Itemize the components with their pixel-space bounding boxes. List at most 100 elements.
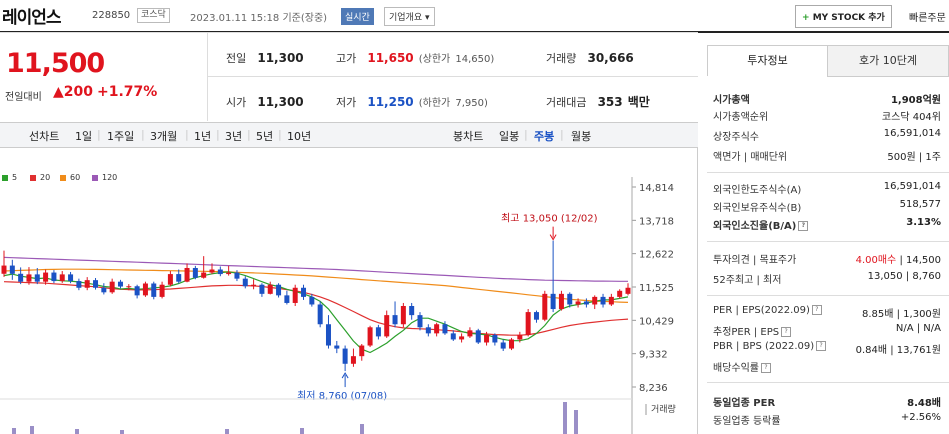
tab-invest-info[interactable]: 투자정보: [707, 45, 828, 76]
quick-order-link[interactable]: 빠른주문: [909, 9, 946, 24]
amount-unit: 백만: [627, 95, 650, 109]
change-value: ▲200: [53, 84, 93, 100]
candle-body: [434, 324, 440, 334]
info-value: 8.48배: [907, 398, 941, 409]
y-tick-label: 12,622: [639, 250, 674, 261]
info-row: PBR | BPS (2022.09)? 0.84배 | 13,761원: [713, 341, 949, 356]
low-label: 저가: [336, 96, 357, 109]
y-tick-label: 10,429: [639, 316, 674, 327]
candle-body: [259, 284, 265, 294]
candle-body: [359, 345, 365, 357]
separator: |: [216, 128, 220, 141]
info-label: 외국인한도주식수(A): [713, 185, 802, 196]
candle-body: [1, 265, 7, 274]
divider: [707, 241, 949, 242]
candle-body: [68, 274, 74, 282]
prev-close-label: 전일: [226, 52, 247, 65]
divider: [207, 76, 698, 77]
candle-body: [176, 274, 182, 282]
info-label: 상장주식수: [713, 132, 759, 143]
datetime: 2023.01.11 15:18: [190, 13, 280, 24]
info-label: 시가총액: [713, 95, 750, 106]
separator: |: [141, 128, 145, 141]
upper-limit-value: 14,650): [455, 54, 495, 65]
ma-line-ma20: [3, 281, 629, 336]
info-row: 외국인보유주식수(B) 518,577: [713, 199, 949, 214]
quote-timestamp: 2023.01.11 15:18 기준(장중): [190, 9, 327, 24]
tab-3m[interactable]: 3개월: [150, 128, 177, 144]
tab-1d[interactable]: 1일: [75, 128, 92, 144]
volume-bar: [12, 428, 16, 434]
candle-body: [84, 280, 90, 288]
volume-bar: [300, 428, 304, 434]
candle-body: [375, 327, 381, 337]
info-label: 동일업종 PER: [713, 398, 776, 409]
info-label: 투자의견 | 목표주가: [713, 255, 797, 266]
help-icon[interactable]: ?: [798, 221, 809, 231]
candle-body: [392, 315, 398, 325]
candle-body: [533, 312, 539, 320]
up-triangle-icon: ▲: [53, 84, 64, 100]
chevron-down-icon: ▾: [422, 13, 430, 23]
add-mystock-button[interactable]: + MY STOCK 추가: [795, 5, 892, 28]
candle-body: [608, 296, 614, 305]
tab-1w[interactable]: 1주일: [107, 128, 134, 144]
separator: |: [524, 128, 528, 141]
candle-body: [509, 339, 515, 349]
y-tick-label: 8,236: [639, 383, 668, 394]
tab-3y[interactable]: 3년: [225, 128, 242, 144]
volume-bar: [75, 429, 79, 434]
candle-body: [517, 334, 523, 340]
company-overview-dropdown[interactable]: 기업개요 ▾: [384, 7, 435, 26]
candle-body: [151, 283, 157, 297]
tab-weekly[interactable]: 주봉: [534, 128, 554, 144]
y-tick-label: 13,718: [639, 216, 674, 227]
candle-body: [492, 334, 498, 343]
info-label: 배당수익률?: [713, 359, 771, 374]
price-chart: 14,814 13,718 12,622 11,525 10,429 9,332 8,236…: [0, 177, 676, 434]
candle-body: [109, 281, 115, 293]
help-icon[interactable]: ?: [761, 363, 771, 373]
tab-orderbook[interactable]: 호가 10단계: [827, 45, 949, 77]
candle-body: [417, 315, 423, 328]
info-label: 추정PER | EPS?: [713, 323, 792, 338]
candle-body: [467, 330, 473, 337]
candle-body: [500, 342, 506, 349]
info-value: 3.13%: [906, 217, 941, 228]
trade-amount: 거래대금 353 백만: [546, 91, 650, 110]
help-icon[interactable]: ?: [811, 305, 822, 315]
tab-1y[interactable]: 1년: [194, 128, 211, 144]
info-row: 배당수익률?: [713, 359, 949, 374]
tab-monthly[interactable]: 월봉: [571, 128, 591, 144]
target-price-value: | 14,500: [899, 255, 941, 266]
candle-body: [234, 272, 240, 279]
candle-body: [367, 327, 373, 346]
candle-body: [350, 356, 356, 364]
candle-body: [43, 272, 49, 282]
candle-body: [117, 281, 123, 287]
divider: [0, 32, 698, 33]
tab-10y[interactable]: 10년: [287, 128, 311, 144]
volume-bar: [563, 402, 567, 434]
help-icon[interactable]: ?: [816, 341, 827, 351]
tab-5y[interactable]: 5년: [256, 128, 273, 144]
change-amount: 200: [63, 84, 94, 100]
divider: [207, 33, 208, 121]
info-value: 500원 | 1주: [887, 152, 941, 163]
candle-body: [184, 267, 190, 282]
divider: [697, 147, 698, 434]
help-icon[interactable]: ?: [781, 327, 792, 337]
info-value: N/A | N/A: [895, 323, 941, 334]
candle-body: [18, 273, 24, 282]
info-value: 0.84배 | 13,761원: [855, 345, 941, 356]
info-value: 16,591,014: [883, 181, 941, 192]
prev-close: 전일 11,300: [226, 47, 304, 66]
info-row: 상장주식수 16,591,014: [713, 128, 949, 143]
candle-body: [342, 348, 348, 364]
realtime-button[interactable]: 실시간: [341, 8, 374, 25]
open-price: 시가 11,300: [226, 91, 304, 110]
mystock-label: MY STOCK 추가: [812, 13, 885, 23]
volume-bar: [120, 430, 124, 434]
info-row: 동일업종 등락률 +2.56%: [713, 412, 949, 427]
tab-daily[interactable]: 일봉: [499, 128, 519, 144]
